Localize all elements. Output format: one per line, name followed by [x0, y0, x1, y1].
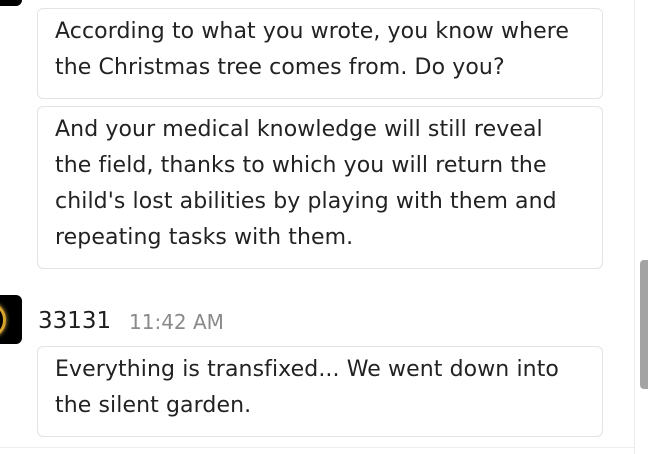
avatar[interactable]: [0, 0, 22, 6]
username[interactable]: 33131: [38, 306, 111, 336]
message-text: Everything is transfixed... We went down…: [55, 357, 559, 418]
message-text: And your medical knowledge will still re…: [55, 117, 557, 250]
message-text: According to what you wrote, you know wh…: [55, 19, 570, 80]
divider: [0, 447, 634, 448]
scrollbar-thumb[interactable]: [640, 260, 648, 389]
message-bubble: According to what you wrote, you know wh…: [37, 8, 603, 99]
message-bubble: Everything is transfixed... We went down…: [37, 346, 603, 437]
chat-thread: According to what you wrote, you know wh…: [0, 0, 648, 454]
timestamp[interactable]: 11:42 AM: [129, 308, 224, 336]
scrollbar-track[interactable]: [634, 0, 635, 454]
message-bubble: And your medical knowledge will still re…: [37, 106, 603, 269]
avatar[interactable]: [0, 295, 22, 344]
